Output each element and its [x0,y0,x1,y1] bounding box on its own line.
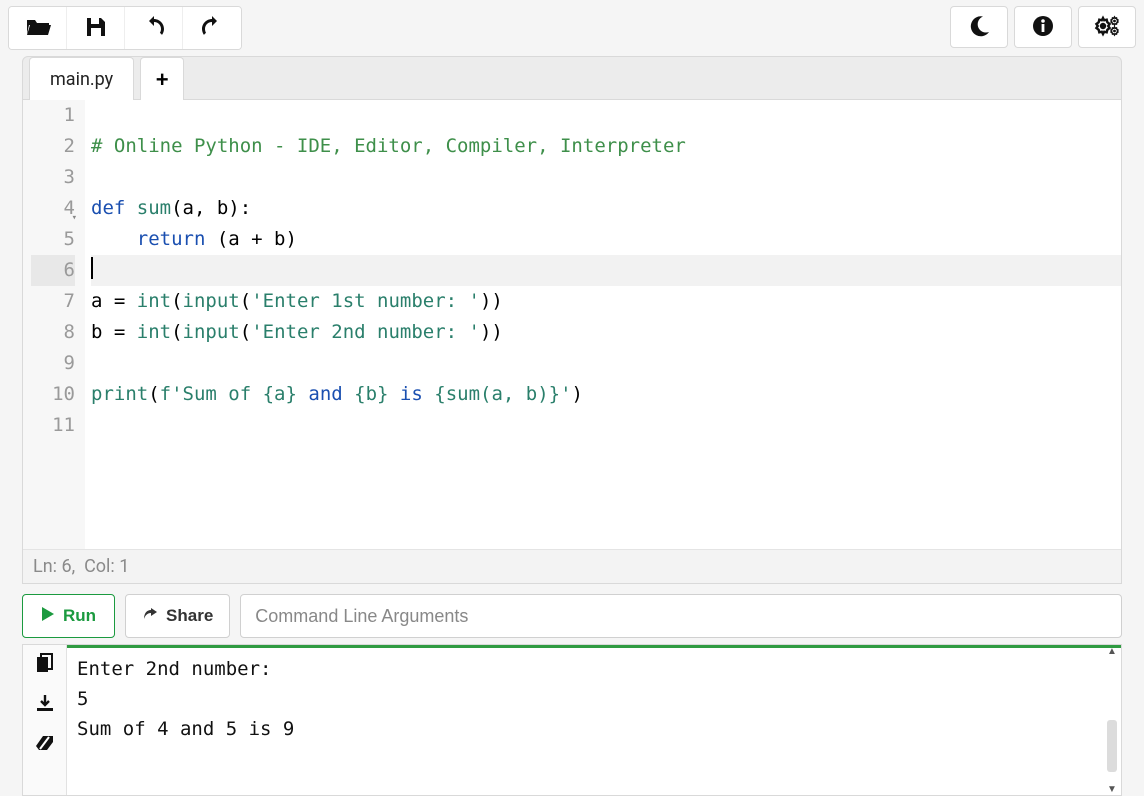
code-lines[interactable]: # Online Python - IDE, Editor, Compiler,… [85,100,1121,549]
output-iconbar [23,645,67,795]
tabbar: main.py + [22,56,1122,100]
output-scrollbar[interactable]: ▲ ▼ [1105,651,1119,789]
output-copy-button[interactable] [31,653,59,677]
gutter-line: 2 [31,131,75,162]
status-col-value: 1 [119,556,129,577]
code-line[interactable]: print(f'Sum of {a} and {b} is {sum(a, b)… [91,379,1121,410]
code-line[interactable] [91,348,1121,379]
editor-panel: 1234▾567891011 # Online Python - IDE, Ed… [22,100,1122,584]
gutter-line: 1 [31,100,75,131]
editor-statusbar: Ln: 6, Col: 1 [23,549,1121,583]
scroll-up-icon: ▲ [1105,645,1119,657]
status-ln-label: Ln: [33,556,57,577]
redo-icon [200,15,224,42]
add-tab-button[interactable]: + [140,57,184,101]
code-editor[interactable]: 1234▾567891011 # Online Python - IDE, Ed… [23,100,1121,549]
code-line[interactable] [91,255,1121,286]
settings-button[interactable] [1078,6,1136,48]
moon-icon [968,15,990,40]
run-button[interactable]: Run [22,594,115,638]
gutter-line: 3 [31,162,75,193]
code-line[interactable] [91,162,1121,193]
scroll-down-icon: ▼ [1105,783,1119,795]
output-body: Enter 2nd number: 5 Sum of 4 and 5 is 9 … [67,645,1121,795]
gutter-line: 7 [31,286,75,317]
gutter-line: 4▾ [31,193,75,224]
folder-open-icon [25,16,51,41]
undo-icon [142,15,166,42]
plus-icon: + [156,67,169,93]
scroll-thumb[interactable] [1107,720,1117,772]
run-button-label: Run [63,606,96,626]
gutter-line: 9 [31,348,75,379]
undo-button[interactable] [125,7,183,49]
toolbar-left-group [8,6,242,50]
code-line[interactable]: # Online Python - IDE, Editor, Compiler,… [91,131,1121,162]
share-button[interactable]: Share [125,594,230,638]
action-row: Run Share [22,594,1122,638]
save-icon [85,16,107,41]
erase-icon [35,735,55,755]
about-button[interactable] [1014,6,1072,48]
theme-toggle-button[interactable] [950,6,1008,48]
code-line[interactable]: a = int(input('Enter 1st number: ')) [91,286,1121,317]
output-clear-button[interactable] [31,733,59,757]
output-panel: Enter 2nd number: 5 Sum of 4 and 5 is 9 … [22,644,1122,796]
code-line[interactable]: def sum(a, b): [91,193,1121,224]
cli-args-input[interactable] [240,594,1122,638]
tab-label: main.py [50,69,113,90]
gutter-line: 11 [31,410,75,441]
file-history-group [8,6,242,50]
code-line[interactable]: b = int(input('Enter 2nd number: ')) [91,317,1121,348]
gutter-line: 5 [31,224,75,255]
code-line[interactable] [91,100,1121,131]
play-icon [41,606,55,627]
share-icon [142,606,158,627]
status-col-label: Col: [84,556,115,577]
gutter-line: 6 [31,255,75,286]
share-button-label: Share [166,606,213,626]
line-gutter: 1234▾567891011 [23,100,85,549]
app-root: main.py + 1234▾567891011 # Online Python… [0,0,1144,796]
info-icon [1032,15,1054,40]
gutter-line: 8 [31,317,75,348]
output-text[interactable]: Enter 2nd number: 5 Sum of 4 and 5 is 9 [67,648,1121,750]
open-file-button[interactable] [9,7,67,49]
toolbar-right-group [950,6,1136,50]
top-toolbar [0,0,1144,56]
gutter-line: 10 [31,379,75,410]
redo-button[interactable] [183,7,241,49]
save-file-button[interactable] [67,7,125,49]
gears-icon [1094,15,1120,40]
tab-main-py[interactable]: main.py [29,57,134,101]
copy-icon [36,653,54,677]
status-ln-value: 6 [61,556,71,577]
download-icon [36,694,54,716]
output-download-button[interactable] [31,693,59,717]
code-line[interactable] [91,410,1121,441]
code-line[interactable]: return (a + b) [91,224,1121,255]
